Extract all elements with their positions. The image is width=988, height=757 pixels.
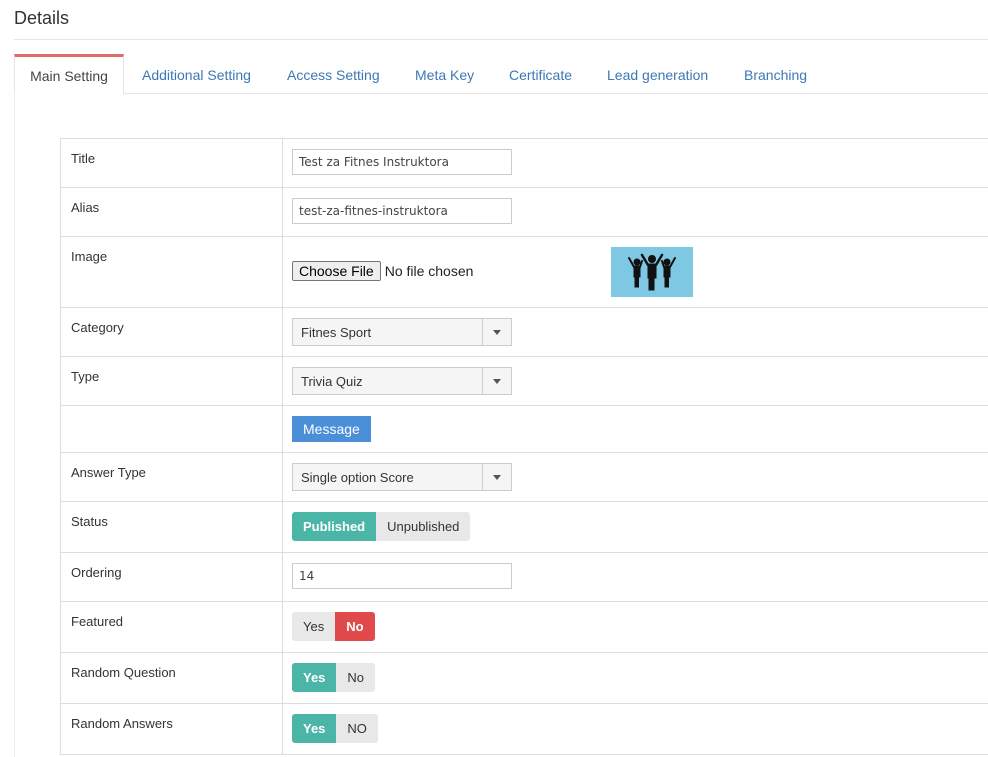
ordering-input[interactable]: 14 xyxy=(292,563,512,589)
random-question-label: Random Question xyxy=(71,665,176,680)
alias-input[interactable]: test-za-fitnes-instruktora xyxy=(292,198,512,224)
random-answers-yes-button[interactable]: Yes xyxy=(292,714,337,743)
random-question-toggle: Yes No xyxy=(292,663,376,692)
featured-yes-button[interactable]: Yes xyxy=(292,612,336,641)
image-thumbnail xyxy=(611,247,693,297)
row-status: Status Published Unpublished xyxy=(60,502,988,553)
row-title: Title Test za Fitnes Instruktora xyxy=(60,139,988,188)
random-answers-no-button[interactable]: NO xyxy=(336,714,378,743)
title-divider xyxy=(14,39,988,40)
random-question-yes-button[interactable]: Yes xyxy=(292,663,337,692)
type-label: Type xyxy=(71,369,100,384)
tab-main-setting[interactable]: Main Setting xyxy=(14,54,124,95)
tab-access-setting[interactable]: Access Setting xyxy=(287,55,380,93)
tab-bar: Main Setting Additional Setting Access S… xyxy=(14,54,988,95)
random-answers-toggle: Yes NO xyxy=(292,714,378,743)
tab-meta-key[interactable]: Meta Key xyxy=(415,55,474,93)
row-category: Category Fitnes Sport xyxy=(60,308,988,357)
title-label: Title xyxy=(71,151,96,166)
row-random-question: Random Question Yes No xyxy=(60,653,988,704)
type-select[interactable]: Trivia Quiz xyxy=(292,367,512,395)
answer-type-select[interactable]: Single option Score xyxy=(292,463,512,491)
featured-toggle: Yes No xyxy=(292,612,375,641)
status-toggle: Published Unpublished xyxy=(292,512,471,541)
choose-file-button[interactable]: Choose File xyxy=(292,261,381,281)
tab-certificate[interactable]: Certificate xyxy=(509,55,572,93)
tab-lead-generation[interactable]: Lead generation xyxy=(607,55,708,93)
alias-label: Alias xyxy=(71,200,100,215)
row-answer-type: Answer Type Single option Score xyxy=(60,453,988,502)
row-ordering: Ordering 14 xyxy=(60,553,988,602)
category-label: Category xyxy=(71,320,124,335)
row-image: Image Choose File No file chosen xyxy=(60,237,988,308)
chevron-down-icon xyxy=(493,330,501,335)
row-alias: Alias test-za-fitnes-instruktora xyxy=(60,188,988,237)
ordering-label: Ordering xyxy=(71,565,122,580)
random-answers-label: Random Answers xyxy=(71,716,173,731)
category-select[interactable]: Fitnes Sport xyxy=(292,318,512,346)
tab-additional-setting[interactable]: Additional Setting xyxy=(142,55,251,93)
category-value: Fitnes Sport xyxy=(301,325,372,340)
answer-type-label: Answer Type xyxy=(71,465,146,480)
page-title: Details xyxy=(14,8,70,28)
tab-branching[interactable]: Branching xyxy=(744,55,807,93)
type-value: Trivia Quiz xyxy=(301,374,363,389)
answer-type-value: Single option Score xyxy=(301,470,414,485)
file-status: No file chosen xyxy=(384,263,474,279)
row-featured: Featured Yes No xyxy=(60,602,988,653)
row-message: Message xyxy=(60,406,988,453)
chevron-down-icon xyxy=(493,475,501,480)
row-random-answers: Random Answers Yes NO xyxy=(60,704,988,755)
title-input[interactable]: Test za Fitnes Instruktora xyxy=(292,149,512,175)
status-unpublished-button[interactable]: Unpublished xyxy=(376,512,471,541)
row-type: Type Trivia Quiz xyxy=(60,357,988,406)
featured-no-button[interactable]: No xyxy=(335,612,375,641)
image-label: Image xyxy=(71,249,108,264)
status-label: Status xyxy=(71,514,108,529)
chevron-down-icon xyxy=(493,379,501,384)
settings-form: Title Test za Fitnes Instruktora Alias t… xyxy=(60,138,988,755)
status-published-button[interactable]: Published xyxy=(292,512,377,541)
random-question-no-button[interactable]: No xyxy=(336,663,376,692)
people-cheering-icon xyxy=(628,253,676,291)
message-button[interactable]: Message xyxy=(292,416,371,442)
panel-border xyxy=(14,93,15,757)
featured-label: Featured xyxy=(71,614,124,629)
